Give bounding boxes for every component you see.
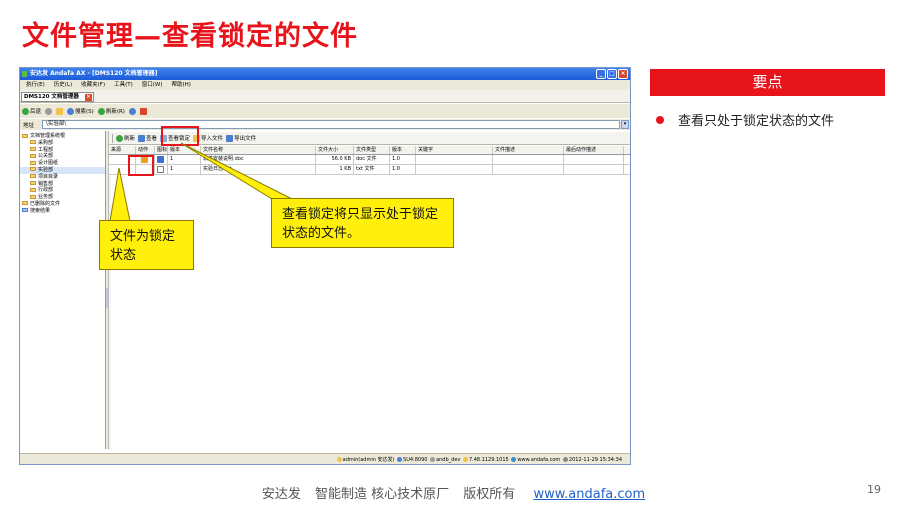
key-point-text: 查看只处于锁定状态的文件 xyxy=(678,114,835,129)
footer-company: 安达发 xyxy=(261,487,301,502)
page-number: 19 xyxy=(867,483,881,496)
view-locked-pointer xyxy=(180,142,293,200)
locked-status-callout: 文件为锁定状态 xyxy=(99,220,194,270)
bullet-icon xyxy=(656,116,664,124)
key-point-item: 查看只处于锁定状态的文件 xyxy=(656,114,896,130)
footer: 安达发 智能制造 核心技术原厂 版权所有 www.andafa.com xyxy=(0,483,907,502)
key-points-header: 要点 xyxy=(650,69,885,96)
view-locked-callout: 查看锁定将只显示处于锁定状态的文件。 xyxy=(271,198,454,248)
footer-slogan: 智能制造 核心技术原厂 xyxy=(315,487,450,502)
footer-link[interactable]: www.andafa.com xyxy=(533,487,645,502)
locked-status-pointer xyxy=(109,167,131,222)
footer-rights: 版权所有 xyxy=(463,487,516,502)
